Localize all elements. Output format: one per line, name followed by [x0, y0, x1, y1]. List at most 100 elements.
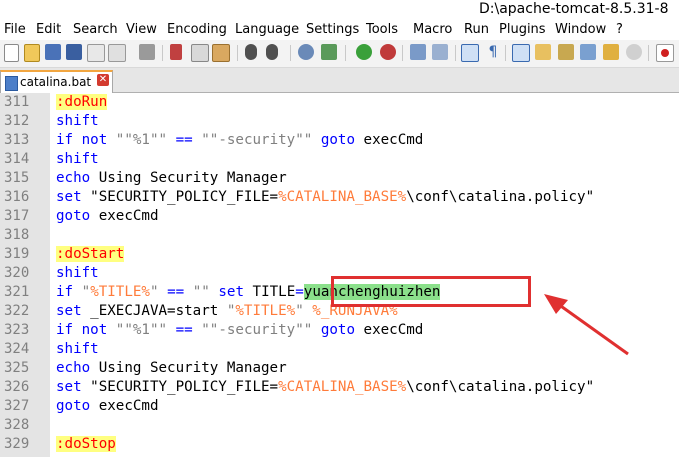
- code-token: ==: [167, 284, 185, 300]
- code-line[interactable]: 326 set "SECURITY_POLICY_FILE=%CATALINA_B…: [0, 378, 679, 397]
- window-title: D:\apache-tomcat-8.5.31-8: [479, 1, 669, 17]
- code-line[interactable]: 311:doRun: [0, 93, 679, 112]
- code-text: shift: [56, 113, 99, 129]
- menu-edit[interactable]: Edit: [36, 22, 61, 37]
- code-line[interactable]: 327 goto execCmd: [0, 397, 679, 416]
- indent-guide-icon[interactable]: [512, 44, 530, 62]
- menu-view[interactable]: View: [126, 22, 157, 37]
- menu-settings[interactable]: Settings: [306, 22, 359, 37]
- record-macro-icon[interactable]: [656, 44, 674, 62]
- line-number: 319: [4, 246, 30, 262]
- print-icon[interactable]: [139, 44, 155, 60]
- code-text: echo Using Security Manager: [56, 170, 287, 186]
- code-token: Using Security Manager: [90, 360, 287, 376]
- toolbar: ¶: [0, 40, 679, 68]
- line-number: 325: [4, 360, 30, 376]
- find-icon[interactable]: [298, 44, 314, 60]
- replace-icon[interactable]: [321, 44, 337, 60]
- code-token: ""%1"": [115, 322, 168, 338]
- arrow-shaft: [557, 302, 629, 356]
- code-token: set: [218, 284, 244, 300]
- redo-icon[interactable]: [266, 44, 278, 60]
- code-line[interactable]: 328: [0, 416, 679, 435]
- toolbar-separator: [402, 45, 403, 61]
- menu-language[interactable]: Language: [235, 22, 299, 37]
- line-number: 321: [4, 284, 30, 300]
- save-all-icon[interactable]: [66, 44, 82, 60]
- word-wrap-icon[interactable]: [461, 44, 479, 62]
- open-file-icon[interactable]: [24, 44, 40, 62]
- menu-search[interactable]: Search: [73, 22, 118, 37]
- code-line[interactable]: 329 :doStop: [0, 435, 679, 454]
- menu-tools[interactable]: Tools: [366, 22, 398, 37]
- menu-plugins[interactable]: Plugins: [499, 22, 546, 37]
- code-token: _EXECJAVA=start: [81, 303, 227, 319]
- code-line[interactable]: 319 :doStart: [0, 245, 679, 264]
- code-line[interactable]: 312 shift: [0, 112, 679, 131]
- code-token: "": [192, 284, 210, 300]
- menu-run[interactable]: Run: [464, 22, 489, 37]
- monitoring-icon[interactable]: [626, 44, 642, 60]
- code-token: set: [56, 303, 82, 319]
- close-icon[interactable]: [87, 44, 105, 62]
- line-number: 326: [4, 379, 30, 395]
- sync-horizontal-icon[interactable]: [432, 44, 448, 60]
- zoom-out-icon[interactable]: [380, 44, 396, 60]
- save-icon[interactable]: [45, 44, 61, 60]
- menu-help[interactable]: ?: [616, 22, 623, 37]
- function-list-icon[interactable]: [580, 44, 596, 60]
- close-all-icon[interactable]: [108, 44, 126, 62]
- new-file-icon[interactable]: [4, 44, 19, 62]
- code-token: ": [149, 284, 159, 300]
- code-editor[interactable]: 311:doRun 312 shift 313 if not ""%1"" == ""-…: [0, 93, 679, 457]
- file-icon: [5, 76, 18, 91]
- code-line[interactable]: 313 if not ""%1"" == ""-security"" goto e…: [0, 131, 679, 150]
- code-token: ""-security"": [201, 132, 313, 148]
- code-line[interactable]: 316 set "SECURITY_POLICY_FILE=%CATALINA_B…: [0, 188, 679, 207]
- close-tab-icon[interactable]: ✕: [97, 74, 109, 86]
- code-token: :doStop: [56, 436, 116, 452]
- menu-file[interactable]: File: [4, 22, 26, 37]
- code-text: :doRun: [56, 94, 108, 110]
- code-token: echo: [56, 360, 91, 376]
- menu-bar: File Edit Search View Encoding Language …: [0, 20, 679, 40]
- zoom-in-icon[interactable]: [356, 44, 372, 60]
- line-number: 329: [4, 436, 30, 452]
- code-text: shift: [56, 341, 99, 357]
- tab-catalina-bat[interactable]: catalina.bat ✕: [0, 70, 113, 93]
- paste-icon[interactable]: [212, 44, 230, 62]
- code-line[interactable]: 318: [0, 226, 679, 245]
- code-token: "SECURITY_POLICY_FILE=: [81, 379, 279, 395]
- line-number: 322: [4, 303, 30, 319]
- code-text: goto execCmd: [56, 208, 159, 224]
- code-text: shift: [56, 265, 99, 281]
- show-all-chars-icon[interactable]: ¶: [485, 44, 501, 60]
- code-token: ==: [175, 322, 193, 338]
- code-line[interactable]: 317 goto execCmd: [0, 207, 679, 226]
- user-language-icon[interactable]: [535, 44, 551, 60]
- code-token: %TITLE%: [235, 303, 296, 319]
- code-token: :doStart: [56, 246, 125, 262]
- code-text: set "SECURITY_POLICY_FILE=%CATALINA_BASE…: [56, 189, 594, 205]
- code-line[interactable]: 315 echo Using Security Manager: [0, 169, 679, 188]
- code-line[interactable]: 314 shift: [0, 150, 679, 169]
- sync-vertical-icon[interactable]: [410, 44, 426, 60]
- menu-encoding[interactable]: Encoding: [167, 22, 227, 37]
- copy-icon[interactable]: [191, 44, 209, 62]
- doc-map-icon[interactable]: [558, 44, 574, 60]
- cut-icon[interactable]: [170, 44, 182, 60]
- code-text: echo Using Security Manager: [56, 360, 287, 376]
- undo-icon[interactable]: [245, 44, 257, 60]
- folder-workspace-icon[interactable]: [603, 44, 619, 60]
- code-token: ""%1"": [115, 132, 168, 148]
- menu-window[interactable]: Window: [555, 22, 606, 37]
- menu-macro[interactable]: Macro: [413, 22, 452, 37]
- code-token: echo: [56, 170, 91, 186]
